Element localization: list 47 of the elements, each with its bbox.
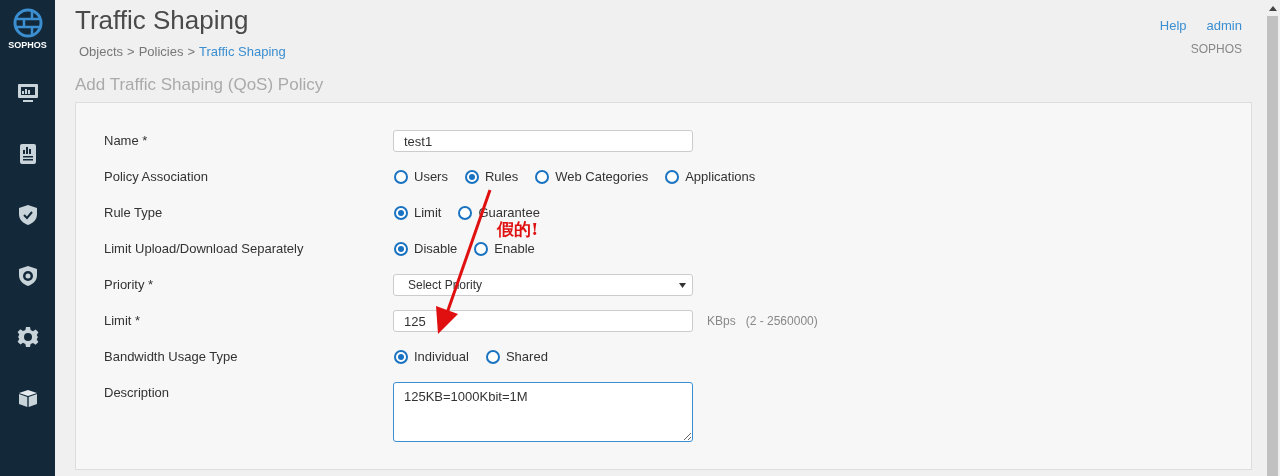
- field-label: Policy Association: [104, 168, 210, 187]
- radio-option[interactable]: Enable: [474, 239, 535, 259]
- radio-option[interactable]: Applications: [665, 167, 756, 187]
- scrollbar-thumb[interactable]: [1267, 16, 1278, 476]
- text-field[interactable]: test1: [393, 130, 693, 152]
- radio-option[interactable]: Web Categories: [535, 167, 649, 187]
- radio-option[interactable]: Shared: [485, 347, 548, 367]
- radio-option[interactable]: Rules: [464, 167, 519, 187]
- radio-option[interactable]: Users: [394, 167, 448, 187]
- dropdown-caret-icon: [679, 282, 686, 288]
- radio-button[interactable]: [394, 242, 408, 256]
- text-field[interactable]: 125: [393, 310, 693, 332]
- radio-button[interactable]: [485, 350, 500, 364]
- monitor-icon[interactable]: [15, 81, 40, 105]
- field-label: Rule Type: [104, 204, 164, 223]
- radio-button[interactable]: [394, 206, 408, 220]
- breadcrumb-link[interactable]: Objects: [79, 42, 124, 62]
- scroll-up-icon[interactable]: [1268, 6, 1277, 11]
- radio-button[interactable]: [394, 170, 408, 184]
- field-label: Description: [104, 384, 171, 402]
- radio-button[interactable]: [474, 242, 489, 256]
- field-label: Limit *: [104, 312, 142, 331]
- breadcrumb-link[interactable]: Policies: [138, 42, 184, 62]
- range-hint: (2 - 2560000): [745, 313, 818, 330]
- field-label: Bandwidth Usage Type: [104, 348, 239, 367]
- radio-option[interactable]: Disable: [394, 239, 458, 259]
- description-field[interactable]: 125KB=1000Kbit=1M: [393, 382, 693, 442]
- radio-button[interactable]: [665, 170, 680, 184]
- page-title: Traffic Shaping: [75, 4, 250, 36]
- section-title: Add Traffic Shaping (QoS) Policy: [75, 73, 325, 96]
- field-label: Priority *: [104, 276, 155, 295]
- field-label: Limit Upload/Download Separately: [104, 240, 305, 259]
- unit-text: KBps: [707, 313, 736, 330]
- field-label: Name *: [104, 132, 149, 151]
- radio-button[interactable]: [535, 170, 550, 184]
- radio-option[interactable]: Individual: [394, 347, 469, 367]
- globe-logo-icon[interactable]: [12, 8, 43, 38]
- radio-option[interactable]: Limit: [394, 203, 442, 223]
- radio-button[interactable]: [464, 170, 479, 184]
- settings-icon[interactable]: [15, 325, 40, 349]
- breadcrumb-separator: >: [127, 43, 135, 61]
- company-name: SOPHOS: [1190, 40, 1242, 58]
- brand-name: SOPHOS: [8, 39, 47, 52]
- radio-button[interactable]: [458, 206, 473, 220]
- breadcrumb-separator: >: [187, 43, 196, 61]
- radio-button[interactable]: [394, 350, 408, 364]
- annotation-text: 假的!: [497, 218, 539, 241]
